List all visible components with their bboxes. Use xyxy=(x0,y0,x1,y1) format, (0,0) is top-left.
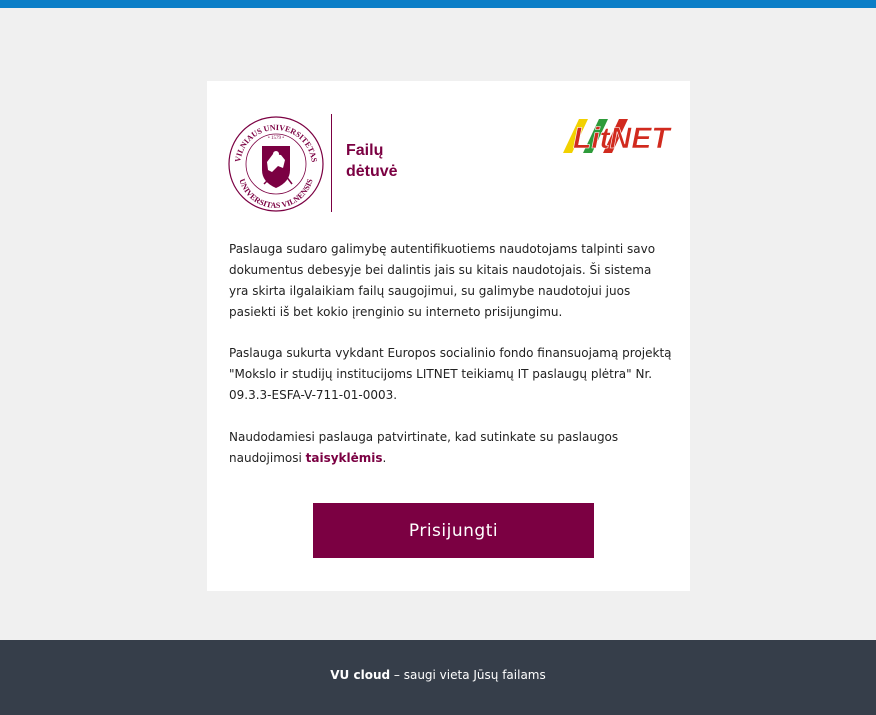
terms-text-prefix: Naudodamiesi paslauga patvirtinate, kad … xyxy=(229,430,619,465)
login-button[interactable]: Prisijungti xyxy=(313,503,594,558)
logo-divider xyxy=(331,114,332,212)
footer-brand: VU cloud xyxy=(330,668,391,682)
vu-seal-logo: VILNIAUS UNIVERSITETAS UNIVERSITAS VILNE… xyxy=(228,116,324,212)
footer: VU cloud – saugi vieta Jūsų failams xyxy=(0,640,876,715)
description-paragraph-1: Paslauga sudaro galimybę autentifikuotie… xyxy=(229,242,656,319)
terms-rules-link[interactable]: taisyklėmis xyxy=(306,451,383,465)
service-title: Failų dėtuvė xyxy=(346,140,398,182)
terms-text-suffix: . xyxy=(382,451,387,465)
service-title-line1: Failų xyxy=(346,142,384,159)
top-accent-bar xyxy=(0,0,876,8)
service-title-line2: dėtuvė xyxy=(346,163,398,180)
svg-text:LitNET: LitNET xyxy=(573,122,672,155)
login-card: VILNIAUS UNIVERSITETAS UNIVERSITAS VILNE… xyxy=(207,81,690,591)
footer-tagline: – saugi vieta Jūsų failams xyxy=(390,668,546,682)
litnet-logo: LitNET xyxy=(563,119,673,155)
svg-text:• 1579 •: • 1579 • xyxy=(268,136,284,141)
terms-paragraph: Naudodamiesi paslauga patvirtinate, kad … xyxy=(229,427,674,469)
logo-row: VILNIAUS UNIVERSITETAS UNIVERSITAS VILNE… xyxy=(207,81,690,221)
description-paragraph-2: Paslauga sukurta vykdant Europos sociali… xyxy=(229,346,672,402)
